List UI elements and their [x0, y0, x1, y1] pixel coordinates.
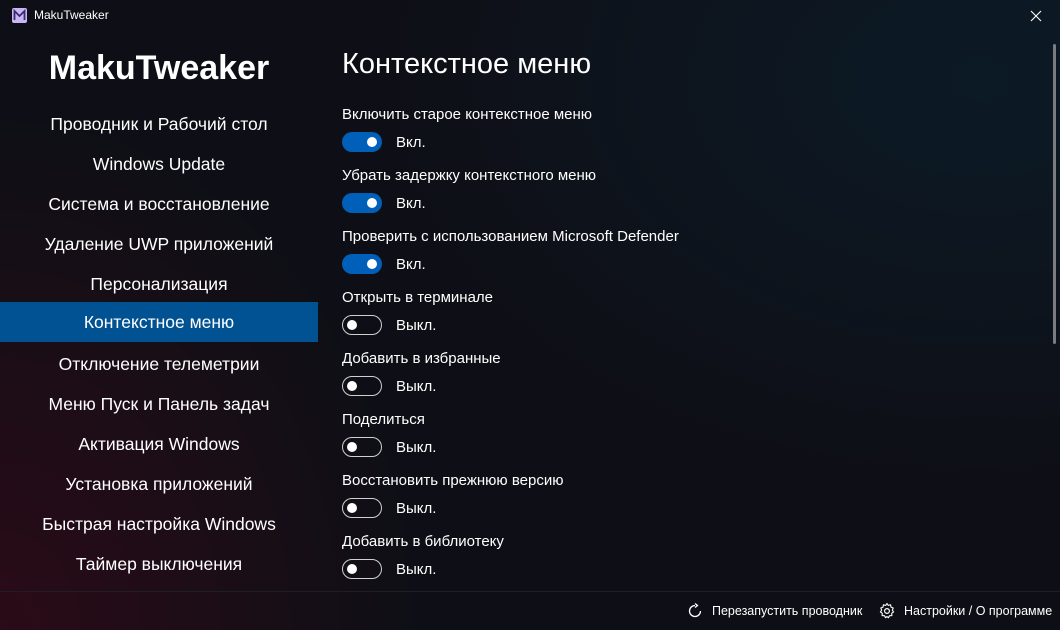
- toggle-knob: [347, 381, 357, 391]
- sidebar-item-telemetry[interactable]: Отключение телеметрии: [0, 344, 318, 384]
- app-window: MakuTweaker MakuTweaker Проводник и Рабо…: [0, 0, 1060, 630]
- toggle-switch[interactable]: [342, 559, 382, 579]
- settings-about-button[interactable]: Настройки / О программе: [878, 601, 1052, 621]
- option-label: Проверить с использованием Microsoft Def…: [342, 228, 679, 245]
- sidebar-item-personalization[interactable]: Персонализация: [0, 264, 318, 304]
- sidebar-item-label: Windows Update: [92, 153, 226, 174]
- sidebar: MakuTweaker Проводник и Рабочий стол Win…: [0, 32, 318, 590]
- option-label: Добавить в избранные: [342, 350, 501, 367]
- toggle-switch[interactable]: [342, 315, 382, 335]
- toggle-switch[interactable]: [342, 132, 382, 152]
- option-remove-delay: Убрать задержку контекстного меню Вкл.: [342, 167, 1002, 219]
- option-label: Включить старое контекстное меню: [342, 106, 593, 123]
- option-add-to-library: Добавить в библиотеку Выкл.: [342, 533, 1002, 585]
- sidebar-item-app-install[interactable]: Установка приложений: [0, 464, 318, 504]
- app-logo-icon: [12, 8, 27, 23]
- scrollbar[interactable]: [1053, 44, 1056, 344]
- toggle-knob: [367, 259, 377, 269]
- toggle-knob: [367, 198, 377, 208]
- sidebar-app-title: MakuTweaker: [48, 49, 270, 87]
- toggle-state-label: Выкл.: [396, 378, 437, 395]
- toggle-knob: [347, 564, 357, 574]
- sidebar-item-activation[interactable]: Активация Windows: [0, 424, 318, 464]
- toggle-state-label: Выкл.: [396, 439, 437, 456]
- toggle-switch[interactable]: [342, 498, 382, 518]
- option-restore-previous-version: Восстановить прежнюю версию Выкл.: [342, 472, 1002, 524]
- restart-icon: [688, 602, 702, 618]
- option-label: Добавить в библиотеку: [342, 533, 504, 550]
- footer-bar: Перезапустить проводник Настройки / О пр…: [0, 591, 1060, 630]
- sidebar-item-label: Быстрая настройка Windows: [42, 513, 276, 534]
- sidebar-item-label: Система и восстановление: [48, 193, 270, 214]
- toggle-state-label: Вкл.: [396, 134, 426, 151]
- settings-about-label: Настройки / О программе: [904, 604, 1053, 618]
- sidebar-item-quick-setup[interactable]: Быстрая настройка Windows: [0, 504, 318, 544]
- sidebar-item-label: Персонализация: [90, 273, 228, 294]
- close-icon: [1030, 10, 1042, 22]
- option-share: Поделиться Выкл.: [342, 411, 1002, 463]
- option-defender-scan: Проверить с использованием Microsoft Def…: [342, 228, 1002, 280]
- sidebar-item-windows-update[interactable]: Windows Update: [0, 144, 318, 184]
- toggle-state-label: Вкл.: [396, 195, 426, 212]
- window-title: MakuTweaker: [34, 8, 109, 22]
- sidebar-item-label: Отключение телеметрии: [58, 353, 260, 374]
- sidebar-item-label: Установка приложений: [65, 473, 253, 494]
- sidebar-item-context-menu[interactable]: Контекстное меню: [0, 302, 318, 342]
- sidebar-item-label: Активация Windows: [78, 433, 240, 454]
- sidebar-item-label: Меню Пуск и Панель задач: [48, 393, 270, 414]
- sidebar-item-explorer-desktop[interactable]: Проводник и Рабочий стол: [0, 104, 318, 144]
- option-label: Восстановить прежнюю версию: [342, 472, 564, 489]
- sidebar-item-system-recovery[interactable]: Система и восстановление: [0, 184, 318, 224]
- sidebar-item-label: Таймер выключения: [75, 553, 243, 574]
- toggle-state-label: Вкл.: [396, 256, 426, 273]
- option-old-context-menu: Включить старое контекстное меню Вкл.: [342, 106, 1002, 158]
- toggle-switch[interactable]: [342, 437, 382, 457]
- toggle-switch[interactable]: [342, 193, 382, 213]
- sidebar-item-label: Удаление UWP приложений: [44, 233, 274, 254]
- toggle-switch[interactable]: [342, 376, 382, 396]
- toggle-switch[interactable]: [342, 254, 382, 274]
- gear-icon: [879, 602, 895, 619]
- option-label: Открыть в терминале: [342, 289, 494, 306]
- toggle-state-label: Выкл.: [396, 500, 437, 517]
- toggle-knob: [347, 320, 357, 330]
- sidebar-item-label: Проводник и Рабочий стол: [50, 113, 268, 134]
- toggle-knob: [347, 503, 357, 513]
- title-bar: MakuTweaker: [0, 0, 1060, 32]
- toggle-state-label: Выкл.: [396, 561, 437, 578]
- sidebar-item-start-taskbar[interactable]: Меню Пуск и Панель задач: [0, 384, 318, 424]
- sidebar-item-label: Контекстное меню: [83, 311, 235, 332]
- option-add-to-favorites: Добавить в избранные Выкл.: [342, 350, 1002, 402]
- option-label: Убрать задержку контекстного меню: [342, 167, 597, 184]
- restart-explorer-button[interactable]: Перезапустить проводник: [686, 601, 862, 621]
- restart-explorer-label: Перезапустить проводник: [712, 604, 863, 618]
- sidebar-item-shutdown-timer[interactable]: Таймер выключения: [0, 544, 318, 584]
- option-label: Поделиться: [342, 411, 425, 428]
- toggle-knob: [347, 442, 357, 452]
- toggle-state-label: Выкл.: [396, 317, 437, 334]
- sidebar-item-uwp-removal[interactable]: Удаление UWP приложений: [0, 224, 318, 264]
- close-button[interactable]: [1024, 4, 1048, 28]
- toggle-knob: [367, 137, 377, 147]
- page-title: Контекстное меню: [342, 48, 592, 80]
- option-open-in-terminal: Открыть в терминале Выкл.: [342, 289, 1002, 341]
